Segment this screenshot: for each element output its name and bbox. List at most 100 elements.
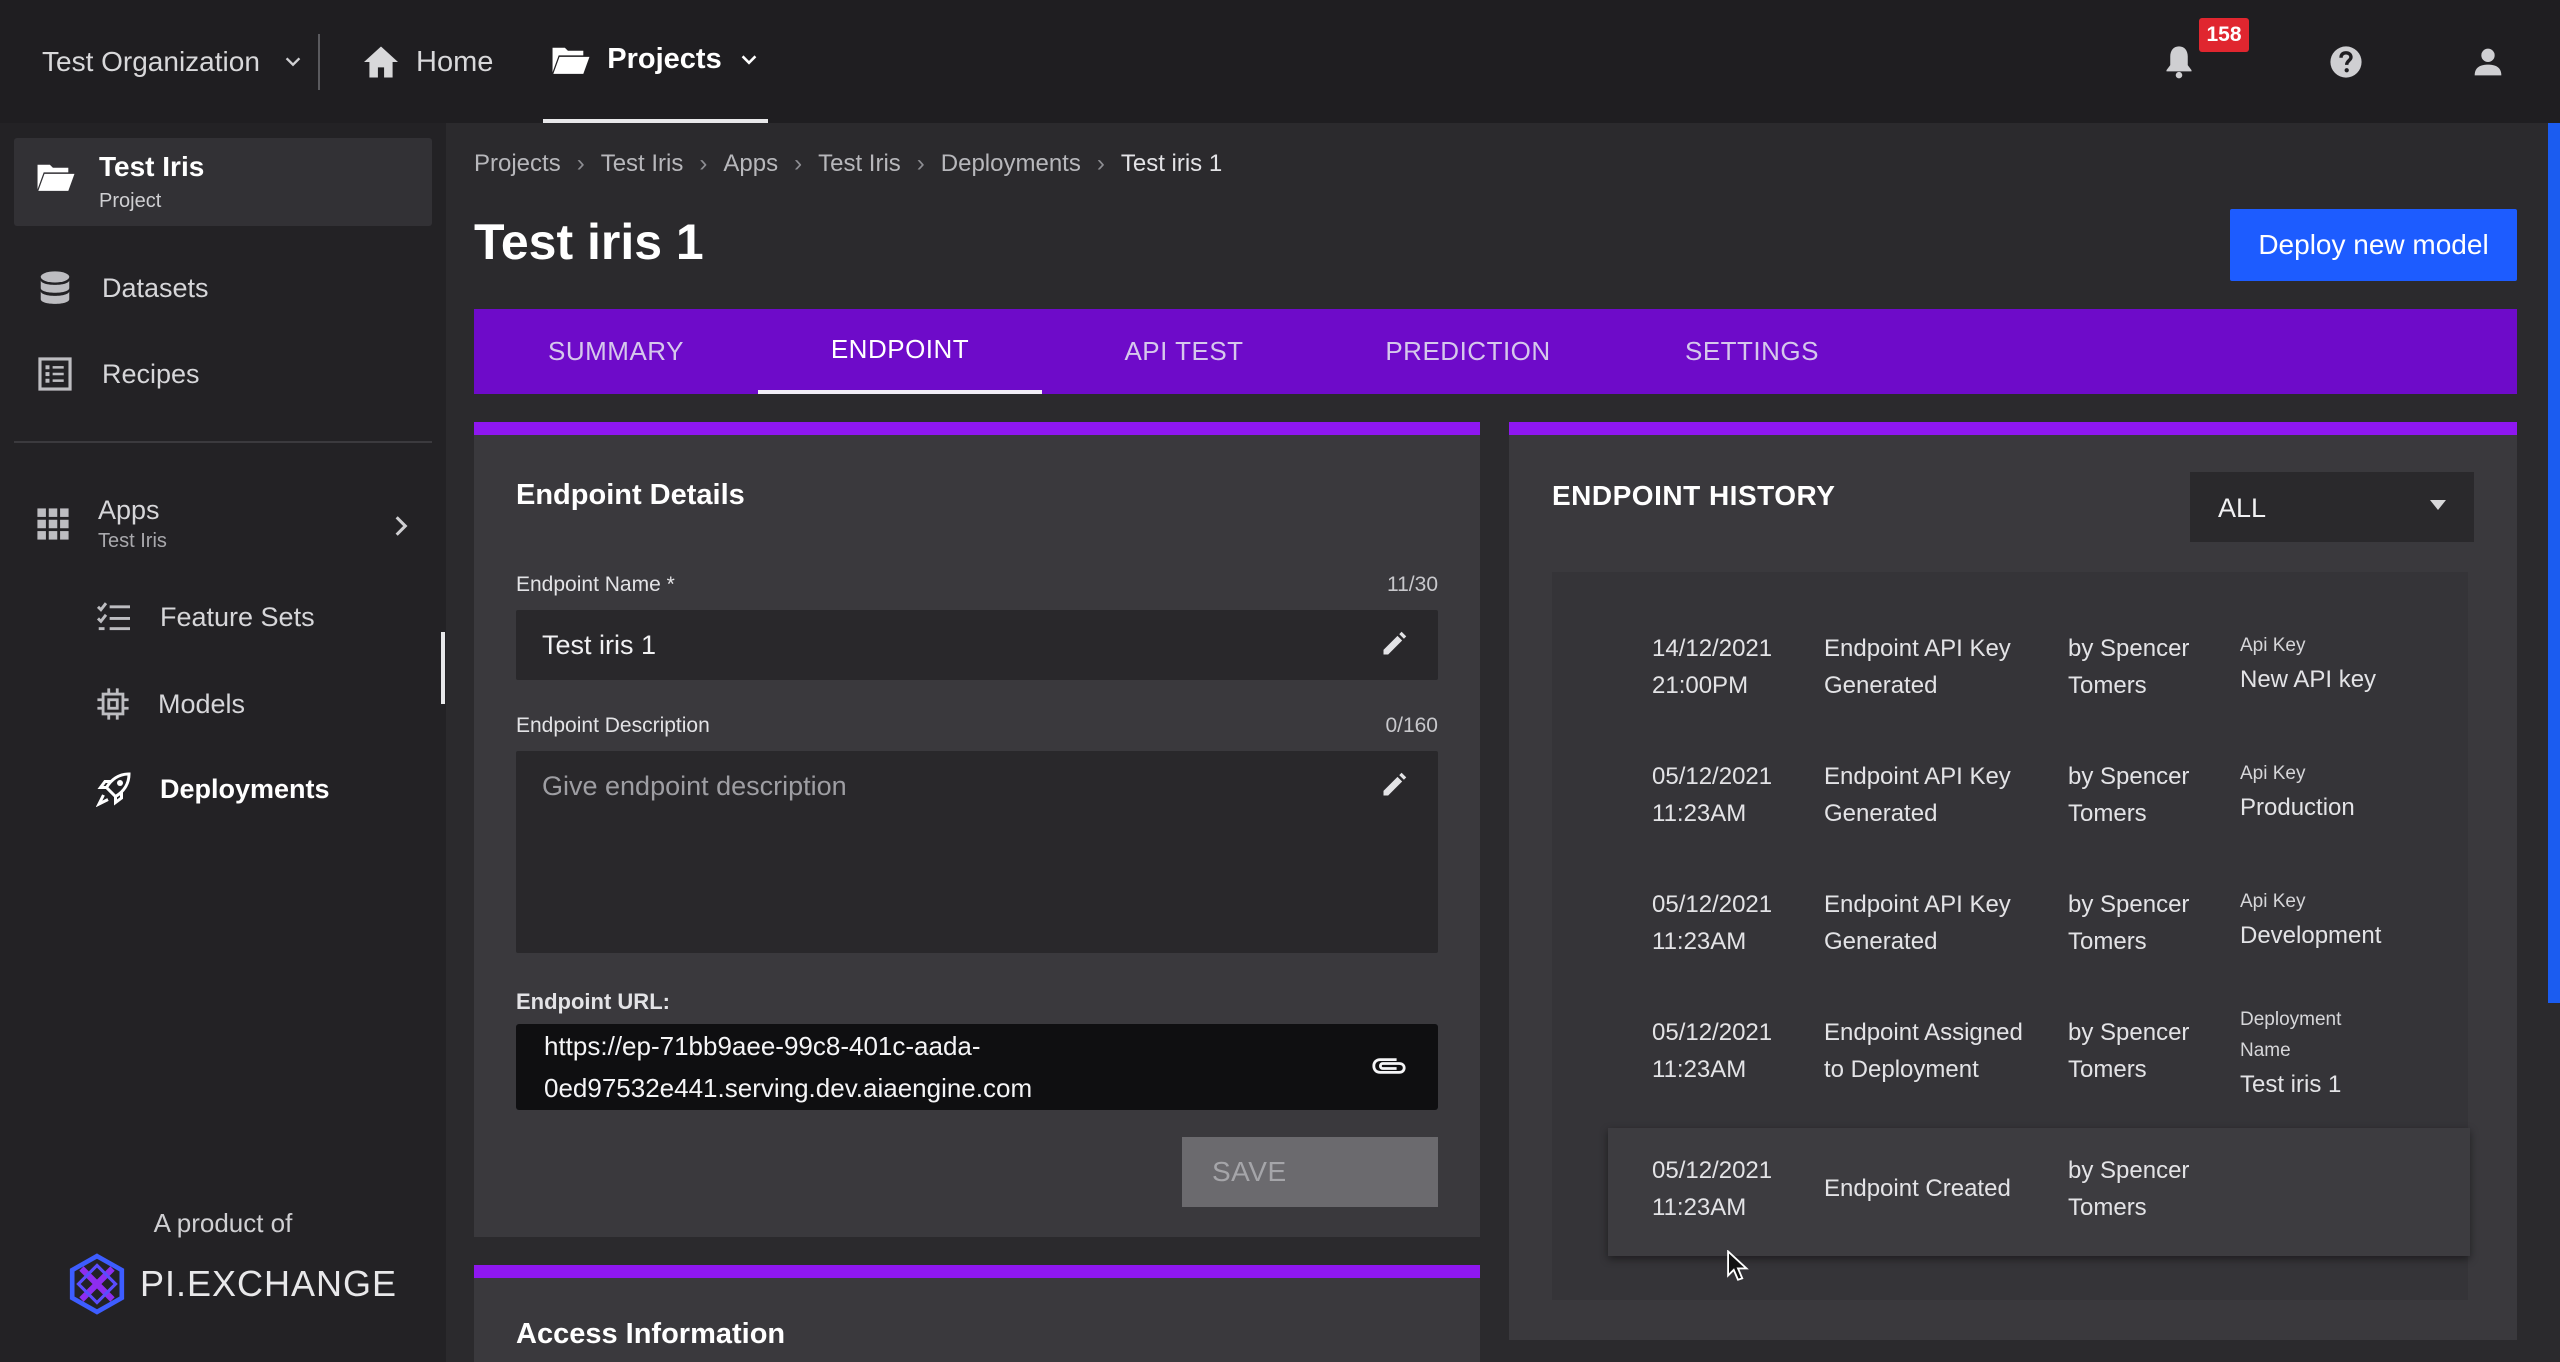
chevron-down-icon	[285, 57, 301, 67]
history-author-cont: Tomers	[2068, 1194, 2147, 1221]
history-date: 05/12/2021	[1652, 763, 1773, 790]
save-button[interactable]: SAVE	[1182, 1137, 1438, 1207]
history-time: 11:23AM	[1652, 1056, 1747, 1083]
sidebar-item-label: Models	[158, 688, 246, 719]
tab-prediction[interactable]: PREDICTION	[1326, 309, 1610, 394]
history-author-cont: Tomers	[2068, 928, 2147, 955]
tab-endpoint[interactable]: ENDPOINT	[758, 309, 1042, 394]
chevron-right-icon[interactable]	[388, 513, 414, 539]
history-event: Endpoint API Key	[1824, 635, 2011, 662]
sidebar-item-label: Deployments	[160, 773, 330, 804]
tab-api-test[interactable]: API TEST	[1042, 309, 1326, 394]
sidebar-item-feature-sets[interactable]: Feature Sets	[96, 601, 315, 633]
endpoint-description-placeholder: Give endpoint description	[542, 771, 847, 801]
history-event: Endpoint Created	[1824, 1175, 2011, 1202]
history-row: 14/12/2021 21:00PM Endpoint API Key Genera…	[1552, 630, 2468, 758]
pencil-icon[interactable]	[1380, 630, 1408, 658]
sidebar-item-models[interactable]: Models	[96, 687, 245, 721]
history-author: by Spencer	[2068, 763, 2190, 790]
rocket-icon	[96, 772, 131, 807]
paperclip-icon[interactable]	[1370, 1052, 1408, 1080]
breadcrumb-deployments[interactable]: Deployments	[941, 150, 1081, 178]
help-icon	[2330, 46, 2362, 78]
page-scrollbar[interactable]	[2548, 123, 2560, 1003]
nav-projects[interactable]: Projects	[543, 0, 768, 123]
help-button[interactable]	[2324, 40, 2368, 84]
history-event: Endpoint API Key	[1824, 763, 2011, 790]
database-icon	[40, 271, 70, 304]
nav-home[interactable]: Home	[362, 38, 493, 86]
product-of-label: A product of	[153, 1208, 293, 1238]
endpoint-description-label: Endpoint Description	[516, 714, 710, 737]
deploy-new-model-button[interactable]: Deploy new model	[2230, 209, 2517, 281]
page-title: Test iris 1	[474, 214, 704, 270]
tab-settings[interactable]: SETTINGS	[1610, 309, 1894, 394]
sidebar: Test Iris Project Datasets Recipes Apps …	[0, 123, 446, 1362]
history-event: Endpoint Assigned	[1824, 1019, 2023, 1046]
apps-subtitle: Test Iris	[98, 530, 167, 552]
breadcrumb-separator-icon: ›	[1096, 150, 1105, 177]
endpoint-details-card: Endpoint Details Endpoint Name * 11/30 T…	[474, 422, 1480, 1237]
breadcrumb-current: Test iris 1	[1120, 150, 1223, 177]
history-author-cont: Tomers	[2068, 1056, 2147, 1083]
history-value: New API key	[2240, 666, 2377, 693]
breadcrumb-apps[interactable]: Apps	[723, 150, 778, 178]
chevron-down-icon[interactable]	[738, 49, 760, 71]
pencil-icon[interactable]	[1380, 771, 1408, 799]
history-filter-select[interactable]: ALL	[2190, 472, 2474, 542]
history-event: Endpoint API Key	[1824, 891, 2011, 918]
history-time: 11:23AM	[1652, 1194, 1747, 1221]
notification-badge: 158	[2199, 18, 2249, 52]
history-event-cont: Generated	[1824, 928, 1938, 955]
sidebar-item-label: Feature Sets	[160, 601, 315, 632]
sidebar-item-recipes[interactable]: Recipes	[36, 355, 200, 393]
breadcrumb-app[interactable]: Test Iris	[818, 150, 901, 178]
tab-bar: SUMMARY ENDPOINT API TEST PREDICTION SET…	[474, 309, 2517, 394]
endpoint-name-input[interactable]: Test iris 1	[516, 610, 1438, 680]
breadcrumb-separator-icon: ›	[576, 150, 585, 177]
history-row-hover[interactable]: 05/12/2021 11:23AM Endpoint Created by Sp…	[1608, 1128, 2470, 1256]
history-date: 05/12/2021	[1652, 1157, 1773, 1184]
endpoint-name-label: Endpoint Name *	[516, 573, 675, 596]
breadcrumb-separator-icon: ›	[699, 150, 708, 177]
user-menu-button[interactable]	[2466, 40, 2510, 84]
history-key-label: Api Key	[2240, 635, 2306, 656]
history-date: 14/12/2021	[1652, 635, 1773, 662]
brand-name: PI.EXCHANGE	[140, 1263, 398, 1304]
list-icon	[38, 357, 72, 391]
folder-open-icon	[37, 164, 75, 191]
history-author-cont: Tomers	[2068, 800, 2147, 827]
history-date: 05/12/2021	[1652, 1019, 1773, 1046]
apps-title: Apps	[98, 495, 160, 525]
notifications-button[interactable]	[2157, 40, 2201, 84]
sidebar-item-apps[interactable]: Apps Test Iris	[36, 495, 167, 553]
endpoint-name-value: Test iris 1	[542, 630, 657, 660]
breadcrumb-project[interactable]: Test Iris	[601, 150, 684, 178]
history-filter-value: ALL	[2218, 493, 2267, 523]
sidebar-item-datasets[interactable]: Datasets	[36, 269, 209, 307]
organization-selector[interactable]: Test Organization	[42, 40, 304, 84]
sidebar-item-deployments[interactable]: Deployments	[96, 771, 330, 807]
history-author: by Spencer	[2068, 1019, 2190, 1046]
history-value: Test iris 1	[2240, 1071, 2342, 1098]
history-author: by Spencer	[2068, 635, 2190, 662]
checklist-icon	[96, 602, 130, 631]
apps-text: Apps Test Iris	[98, 495, 167, 553]
access-information-card: Access Information	[474, 1265, 1480, 1362]
endpoint-history-title: ENDPOINT HISTORY	[1552, 480, 1836, 511]
history-author: by Spencer	[2068, 891, 2190, 918]
org-divider	[318, 34, 320, 90]
organization-name: Test Organization	[42, 46, 260, 77]
endpoint-description-input[interactable]: Give endpoint description	[516, 751, 1438, 953]
history-time: 11:23AM	[1652, 800, 1747, 827]
history-event-cont: Generated	[1824, 672, 1938, 699]
endpoint-url-field[interactable]: https://ep-71bb9aee-99c8-401c-aada- 0ed9…	[516, 1024, 1438, 1110]
nav-projects-label: Projects	[607, 43, 722, 75]
sidebar-divider	[14, 441, 432, 443]
history-author: by Spencer	[2068, 1157, 2190, 1184]
mouse-cursor-icon	[1727, 1250, 1749, 1281]
breadcrumb-projects[interactable]: Projects	[474, 150, 561, 178]
project-card[interactable]: Test Iris Project	[14, 138, 432, 226]
tab-summary[interactable]: SUMMARY	[474, 309, 758, 394]
history-key-label: Api Key	[2240, 891, 2306, 912]
